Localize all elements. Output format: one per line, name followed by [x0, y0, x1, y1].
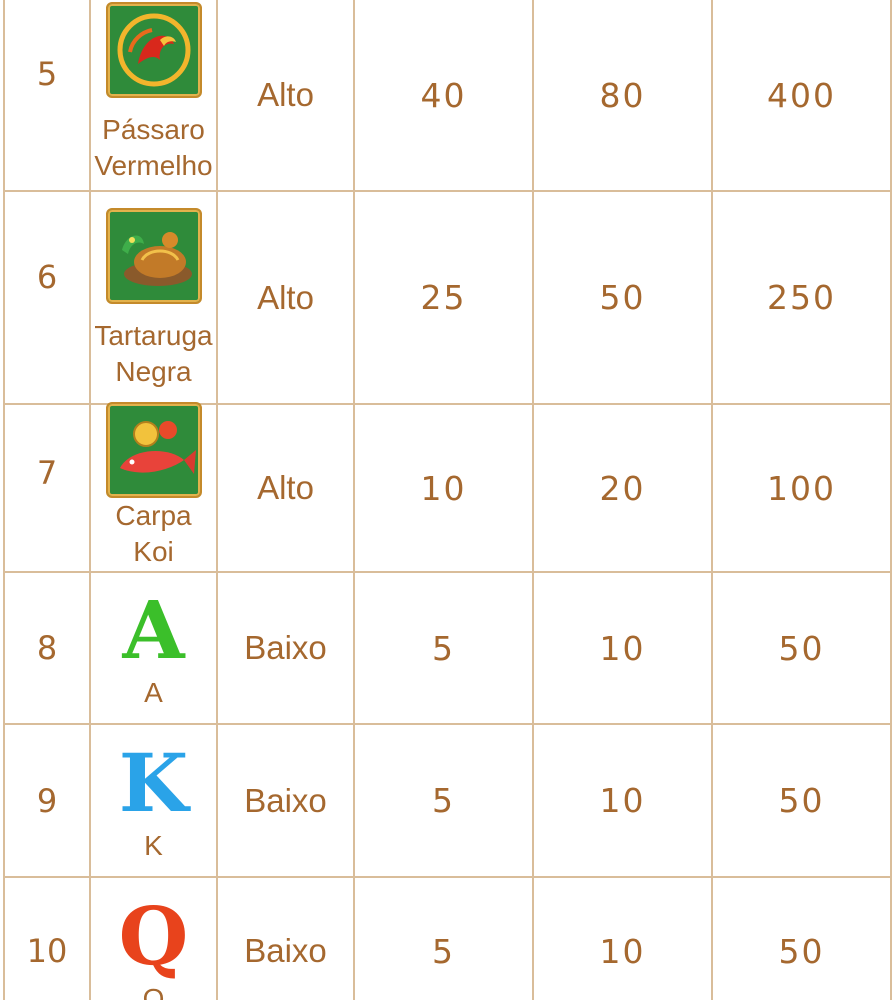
table-row: 9 K K Baixo 5 10 50	[3, 723, 892, 878]
symbol-cell: Pássaro Vermelho	[89, 0, 218, 192]
symbol-cell: Carpa Koi	[89, 402, 218, 573]
table-row: 6 Tartaruga Negra Alto 25 50 250	[3, 190, 892, 405]
symbol-number: 9	[3, 723, 91, 878]
payout-cell: 50	[711, 571, 892, 725]
letter-a-icon: A	[122, 583, 185, 677]
payout-cell: 10	[532, 571, 713, 725]
table-row: 5 Pássaro Vermelho Alto 40 80 400	[3, 0, 892, 192]
volatility-cell: Baixo	[216, 876, 355, 1000]
symbol-name: Vermelho	[94, 150, 213, 181]
symbol-number: 10	[3, 876, 91, 1000]
volatility-cell: Baixo	[216, 571, 355, 725]
payout-cell: 5	[353, 723, 534, 878]
symbol-name: Koi	[133, 536, 174, 567]
table-row: 10 Q Q Baixo 5 10 50	[3, 876, 892, 1000]
black-turtle-icon	[105, 207, 202, 304]
payout-cell: 50	[711, 876, 892, 1000]
symbol-name: Negra	[115, 355, 192, 387]
symbol-number: 5	[3, 0, 91, 192]
payout-cell: 250	[711, 190, 892, 405]
symbol-name: A	[144, 677, 163, 708]
payout-cell: 10	[353, 403, 534, 573]
symbol-cell: K K	[89, 723, 218, 878]
payout-cell: 25	[353, 190, 534, 405]
table-row: 7 Carpa Koi Alto 10 20 100	[3, 402, 892, 573]
letter-q-icon: Q	[118, 889, 189, 983]
payout-cell: 40	[353, 0, 534, 192]
payout-cell: 50	[711, 723, 892, 878]
volatility-cell: Alto	[216, 0, 355, 192]
volatility-cell: Baixo	[216, 723, 355, 878]
payout-cell: 5	[353, 571, 534, 725]
symbol-name: K	[144, 829, 163, 861]
payout-cell: 10	[532, 723, 713, 878]
symbol-name: Carpa	[115, 500, 192, 531]
symbol-name: Q	[142, 983, 165, 1000]
symbol-name: Tartaruga	[94, 319, 213, 351]
payout-cell: 5	[353, 876, 534, 1000]
payout-cell: 100	[711, 403, 892, 573]
symbol-number: 6	[3, 190, 91, 405]
volatility-cell: Alto	[216, 190, 355, 405]
payout-cell: 400	[711, 0, 892, 192]
symbol-cell: Tartaruga Negra	[89, 190, 218, 405]
letter-k-icon: K	[118, 735, 189, 830]
symbol-cell: Q Q	[89, 876, 218, 1000]
paytable: 5 Pássaro Vermelho Alto 40 80 400 6 Tart…	[3, 0, 892, 1000]
volatility-cell: Alto	[216, 403, 355, 573]
payout-cell: 50	[532, 190, 713, 405]
table-row: 8 A A Baixo 5 10 50	[3, 571, 892, 725]
koi-carp-icon	[105, 402, 202, 498]
payout-cell: 80	[532, 0, 713, 192]
payout-cell: 20	[532, 403, 713, 573]
symbol-number: 8	[3, 571, 91, 725]
symbol-name: Pássaro	[102, 114, 205, 145]
symbol-cell: A A	[89, 571, 218, 725]
symbol-number: 7	[3, 403, 91, 573]
paytable-page: 5 Pássaro Vermelho Alto 40 80 400 6 Tart…	[0, 0, 895, 1000]
payout-cell: 10	[532, 876, 713, 1000]
red-bird-icon	[105, 2, 202, 98]
